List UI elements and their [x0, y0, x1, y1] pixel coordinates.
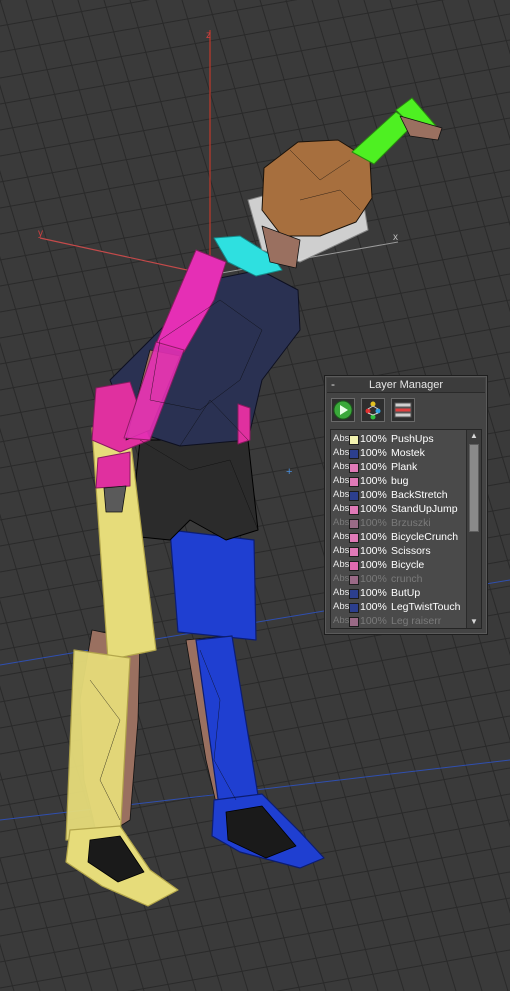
- layer-row[interactable]: Abs 100% Leg raiserr: [331, 614, 465, 628]
- layer-abs-toggle[interactable]: Abs: [333, 432, 349, 446]
- scroll-down-arrow-icon[interactable]: ▼: [467, 616, 481, 628]
- layer-weight[interactable]: 100%: [360, 628, 387, 629]
- layer-name: PushUps: [391, 433, 434, 445]
- layer-row[interactable]: Abs 100% StandUpJump: [331, 502, 465, 516]
- play-icon: [333, 400, 353, 420]
- layer-name: Plank: [391, 461, 418, 473]
- layer-row[interactable]: Abs 100% PushUps: [331, 432, 465, 446]
- left-hand-mesh[interactable]: [103, 485, 127, 513]
- layer-color-swatch[interactable]: [349, 435, 359, 445]
- layer-tree-icon: [365, 401, 381, 420]
- layer-abs-toggle[interactable]: Abs: [333, 516, 349, 530]
- layer-name: DeadBug: [391, 628, 435, 629]
- x-axis-label: x: [393, 232, 398, 243]
- pivot-cross-marker: +: [286, 466, 292, 478]
- layer-manager-title: Layer Manager: [369, 379, 443, 391]
- layer-row[interactable]: Abs 100% BicycleCrunch: [331, 530, 465, 544]
- play-button[interactable]: [331, 398, 355, 422]
- layer-color-swatch[interactable]: [349, 561, 359, 571]
- layer-abs-toggle[interactable]: Abs: [333, 544, 349, 558]
- layer-settings-icon: [394, 402, 412, 418]
- layer-color-swatch[interactable]: [349, 575, 359, 585]
- layer-weight[interactable]: 100%: [360, 474, 387, 488]
- right-thigh-bone[interactable]: [169, 529, 257, 641]
- y-axis-label: y: [38, 228, 43, 239]
- layer-name: bug: [391, 475, 409, 487]
- layer-color-swatch[interactable]: [349, 463, 359, 473]
- layer-abs-toggle[interactable]: Abs: [333, 614, 349, 628]
- layer-row[interactable]: Abs 100% crunch: [331, 572, 465, 586]
- layer-name: Scissors: [391, 545, 431, 557]
- layer-weight[interactable]: 100%: [360, 432, 387, 446]
- layer-abs-toggle[interactable]: Abs: [333, 474, 349, 488]
- 3d-viewport[interactable]: z y x + +: [0, 0, 510, 991]
- layer-color-swatch[interactable]: [349, 519, 359, 529]
- layer-abs-toggle[interactable]: Abs: [333, 502, 349, 516]
- layer-manager-titlebar[interactable]: - Layer Manager: [327, 377, 485, 393]
- layer-weight[interactable]: 100%: [360, 516, 387, 530]
- layer-weight[interactable]: 100%: [360, 586, 387, 600]
- layer-weight[interactable]: 100%: [360, 544, 387, 558]
- layer-abs-toggle[interactable]: Abs: [333, 446, 349, 460]
- layer-color-swatch[interactable]: [349, 533, 359, 543]
- layer-color-swatch[interactable]: [349, 505, 359, 515]
- layer-abs-toggle[interactable]: Abs: [333, 530, 349, 544]
- layer-row[interactable]: Abs 100% bug: [331, 474, 465, 488]
- layer-manager-toolbar: [331, 398, 481, 424]
- layer-row[interactable]: Abs 100% Bicycle: [331, 558, 465, 572]
- layer-abs-toggle[interactable]: Abs: [333, 488, 349, 502]
- left-shin-bone[interactable]: [65, 649, 131, 841]
- scroll-thumb[interactable]: [469, 444, 479, 532]
- layer-abs-toggle[interactable]: Abs: [333, 600, 349, 614]
- layer-name: ButUp: [391, 587, 421, 599]
- layer-weight[interactable]: 100%: [360, 614, 387, 628]
- layer-row[interactable]: Abs 100% DeadBug: [331, 628, 465, 629]
- layer-color-swatch[interactable]: [349, 491, 359, 501]
- layer-color-swatch[interactable]: [349, 589, 359, 599]
- pelvis-bone-right[interactable]: [237, 403, 251, 445]
- layer-row[interactable]: Abs 100% Mostek: [331, 446, 465, 460]
- layer-color-swatch[interactable]: [349, 547, 359, 557]
- layer-weight[interactable]: 100%: [360, 502, 387, 516]
- layer-color-swatch[interactable]: [349, 617, 359, 627]
- layer-row[interactable]: Abs 100% Scissors: [331, 544, 465, 558]
- layer-name: LegTwistTouch: [391, 601, 461, 613]
- layer-name: Mostek: [391, 447, 425, 459]
- layer-row[interactable]: Abs 100% Brzuszki: [331, 516, 465, 530]
- layer-name: StandUpJump: [391, 503, 458, 515]
- layer-row[interactable]: Abs 100% Plank: [331, 460, 465, 474]
- layer-name: crunch: [391, 573, 423, 585]
- z-axis-label: z: [206, 30, 211, 41]
- layer-abs-toggle[interactable]: Abs: [333, 558, 349, 572]
- layer-row[interactable]: Abs 100% ButUp: [331, 586, 465, 600]
- layer-weight[interactable]: 100%: [360, 572, 387, 586]
- layer-color-swatch[interactable]: [349, 603, 359, 613]
- layer-row[interactable]: Abs 100% BackStretch: [331, 488, 465, 502]
- layer-abs-toggle[interactable]: Abs: [333, 572, 349, 586]
- layer-weight[interactable]: 100%: [360, 446, 387, 460]
- layer-abs-toggle[interactable]: Abs: [333, 586, 349, 600]
- layer-color-swatch[interactable]: [349, 449, 359, 459]
- layer-name: Brzuszki: [391, 517, 431, 529]
- layer-manager-panel[interactable]: - Layer Manager Abs 100% PushUps Abs 100…: [324, 375, 488, 635]
- scroll-up-arrow-icon[interactable]: ▲: [467, 430, 481, 442]
- layer-name: BicycleCrunch: [391, 531, 459, 543]
- layer-row[interactable]: Abs 100% LegTwistTouch: [331, 600, 465, 614]
- layer-list-scrollbar[interactable]: ▲ ▼: [466, 430, 481, 628]
- layer-tree-button[interactable]: [361, 398, 385, 422]
- layer-weight[interactable]: 100%: [360, 460, 387, 474]
- layer-abs-toggle[interactable]: Abs: [333, 460, 349, 474]
- layer-weight[interactable]: 100%: [360, 558, 387, 572]
- layer-weight[interactable]: 100%: [360, 530, 387, 544]
- layer-list[interactable]: Abs 100% PushUps Abs 100% Mostek Abs 100% Plank A…: [330, 429, 482, 629]
- layer-name: Bicycle: [391, 559, 425, 571]
- layer-weight[interactable]: 100%: [360, 488, 387, 502]
- layer-name: BackStretch: [391, 489, 448, 501]
- layer-weight[interactable]: 100%: [360, 600, 387, 614]
- layer-color-swatch[interactable]: [349, 477, 359, 487]
- layer-abs-toggle[interactable]: Abs: [333, 628, 349, 629]
- left-hand-bone[interactable]: [95, 451, 131, 489]
- layer-name: Leg raiserr: [391, 615, 442, 627]
- layer-settings-button[interactable]: [391, 398, 415, 422]
